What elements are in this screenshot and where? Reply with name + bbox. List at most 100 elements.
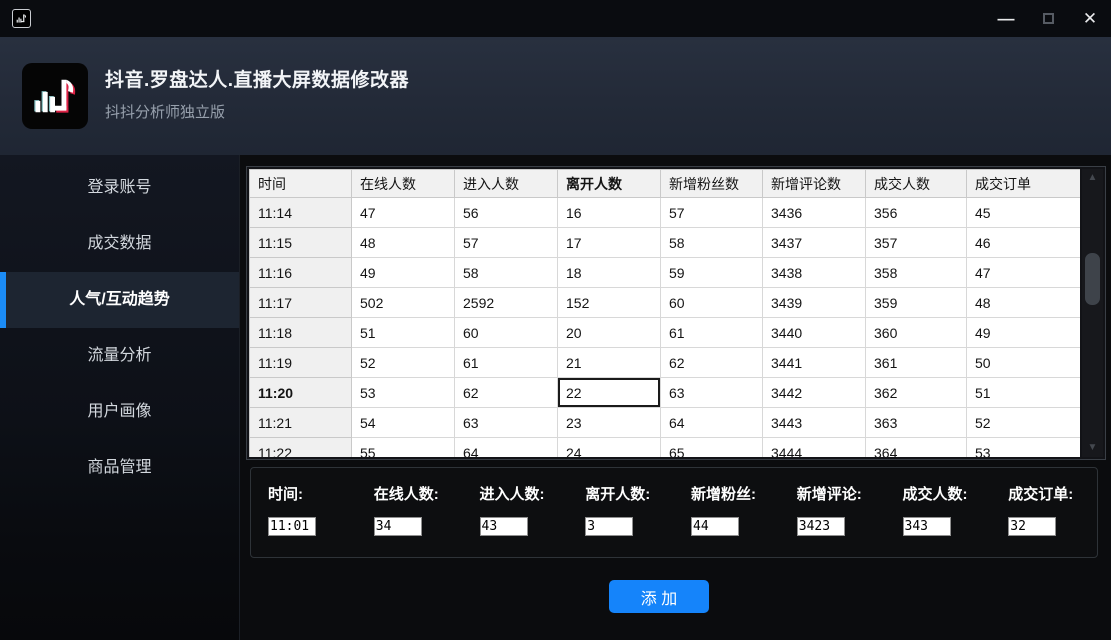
table-cell[interactable]: 61 <box>661 318 763 348</box>
table-cell[interactable]: 48 <box>352 228 455 258</box>
column-header-1[interactable]: 在线人数 <box>352 170 455 198</box>
table-cell[interactable]: 3442 <box>763 378 866 408</box>
table-cell[interactable]: 48 <box>967 288 1081 318</box>
row-header[interactable]: 11:22 <box>250 438 352 458</box>
table-cell[interactable]: 3436 <box>763 198 866 228</box>
table-cell[interactable]: 56 <box>455 198 558 228</box>
column-header-6[interactable]: 成交人数 <box>866 170 967 198</box>
table-cell[interactable]: 52 <box>352 348 455 378</box>
table-cell[interactable]: 51 <box>352 318 455 348</box>
field-input-5[interactable] <box>797 517 845 536</box>
table-cell[interactable]: 49 <box>352 258 455 288</box>
table-cell[interactable]: 58 <box>661 228 763 258</box>
table-cell[interactable]: 49 <box>967 318 1081 348</box>
table-cell[interactable]: 22 <box>558 378 661 408</box>
table-cell[interactable]: 53 <box>352 378 455 408</box>
table-cell[interactable]: 57 <box>661 198 763 228</box>
table-cell[interactable]: 24 <box>558 438 661 458</box>
scroll-down-icon[interactable]: ▼ <box>1082 441 1103 455</box>
table-cell[interactable]: 359 <box>866 288 967 318</box>
table-cell[interactable]: 363 <box>866 408 967 438</box>
sidebar-item-2[interactable]: 人气/互动趋势 <box>0 272 239 328</box>
table-cell[interactable]: 357 <box>866 228 967 258</box>
table-cell[interactable]: 361 <box>866 348 967 378</box>
table-cell[interactable]: 58 <box>455 258 558 288</box>
table-cell[interactable]: 3441 <box>763 348 866 378</box>
column-header-0[interactable]: 时间 <box>250 170 352 198</box>
table-cell[interactable]: 18 <box>558 258 661 288</box>
table-cell[interactable]: 362 <box>866 378 967 408</box>
table-cell[interactable]: 21 <box>558 348 661 378</box>
table-cell[interactable]: 3437 <box>763 228 866 258</box>
field-input-4[interactable] <box>691 517 739 536</box>
sidebar-item-1[interactable]: 成交数据 <box>0 216 239 272</box>
table-cell[interactable]: 3440 <box>763 318 866 348</box>
field-input-2[interactable] <box>480 517 528 536</box>
scrollbar-thumb[interactable] <box>1085 253 1100 305</box>
scroll-up-icon[interactable]: ▲ <box>1082 171 1103 185</box>
table-cell[interactable]: 356 <box>866 198 967 228</box>
table-cell[interactable]: 63 <box>455 408 558 438</box>
row-header[interactable]: 11:20 <box>250 378 352 408</box>
row-header[interactable]: 11:21 <box>250 408 352 438</box>
table-cell[interactable]: 45 <box>967 198 1081 228</box>
table-cell[interactable]: 3444 <box>763 438 866 458</box>
row-header[interactable]: 11:14 <box>250 198 352 228</box>
table-cell[interactable]: 20 <box>558 318 661 348</box>
table-cell[interactable]: 360 <box>866 318 967 348</box>
column-header-3[interactable]: 离开人数 <box>558 170 661 198</box>
table-cell[interactable]: 3443 <box>763 408 866 438</box>
table-cell[interactable]: 61 <box>455 348 558 378</box>
table-cell[interactable]: 62 <box>455 378 558 408</box>
sidebar-item-0[interactable]: 登录账号 <box>0 160 239 216</box>
table-cell[interactable]: 364 <box>866 438 967 458</box>
table-cell[interactable]: 55 <box>352 438 455 458</box>
row-header[interactable]: 11:16 <box>250 258 352 288</box>
column-header-7[interactable]: 成交订单 <box>967 170 1081 198</box>
sidebar-item-4[interactable]: 用户画像 <box>0 384 239 440</box>
table-cell[interactable]: 62 <box>661 348 763 378</box>
column-header-5[interactable]: 新增评论数 <box>763 170 866 198</box>
add-button[interactable]: 添 加 <box>609 580 709 613</box>
table-cell[interactable]: 46 <box>967 228 1081 258</box>
table-cell[interactable]: 16 <box>558 198 661 228</box>
table-cell[interactable]: 2592 <box>455 288 558 318</box>
table-cell[interactable]: 53 <box>967 438 1081 458</box>
table-cell[interactable]: 23 <box>558 408 661 438</box>
table-cell[interactable]: 52 <box>967 408 1081 438</box>
table-cell[interactable]: 47 <box>967 258 1081 288</box>
column-header-4[interactable]: 新增粉丝数 <box>661 170 763 198</box>
table-cell[interactable]: 59 <box>661 258 763 288</box>
field-input-0[interactable] <box>268 517 316 536</box>
field-input-6[interactable] <box>903 517 951 536</box>
field-input-7[interactable] <box>1008 517 1056 536</box>
column-header-2[interactable]: 进入人数 <box>455 170 558 198</box>
table-cell[interactable]: 60 <box>455 318 558 348</box>
close-button[interactable]: ✕ <box>1069 0 1111 37</box>
table-cell[interactable]: 502 <box>352 288 455 318</box>
table-cell[interactable]: 17 <box>558 228 661 258</box>
table-cell[interactable]: 47 <box>352 198 455 228</box>
row-header[interactable]: 11:15 <box>250 228 352 258</box>
row-header[interactable]: 11:17 <box>250 288 352 318</box>
sidebar-item-3[interactable]: 流量分析 <box>0 328 239 384</box>
minimize-button[interactable]: — <box>985 0 1027 37</box>
table-cell[interactable]: 64 <box>455 438 558 458</box>
table-cell[interactable]: 63 <box>661 378 763 408</box>
maximize-button[interactable] <box>1027 0 1069 37</box>
table-cell[interactable]: 60 <box>661 288 763 318</box>
table-cell[interactable]: 51 <box>967 378 1081 408</box>
table-cell[interactable]: 152 <box>558 288 661 318</box>
row-header[interactable]: 11:18 <box>250 318 352 348</box>
row-header[interactable]: 11:19 <box>250 348 352 378</box>
sidebar-item-5[interactable]: 商品管理 <box>0 440 239 496</box>
table-cell[interactable]: 57 <box>455 228 558 258</box>
table-cell[interactable]: 50 <box>967 348 1081 378</box>
field-input-1[interactable] <box>374 517 422 536</box>
table-cell[interactable]: 3438 <box>763 258 866 288</box>
table-cell[interactable]: 64 <box>661 408 763 438</box>
table-cell[interactable]: 65 <box>661 438 763 458</box>
table-cell[interactable]: 358 <box>866 258 967 288</box>
vertical-scrollbar[interactable]: ▲ ▼ <box>1082 169 1103 457</box>
table-cell[interactable]: 3439 <box>763 288 866 318</box>
